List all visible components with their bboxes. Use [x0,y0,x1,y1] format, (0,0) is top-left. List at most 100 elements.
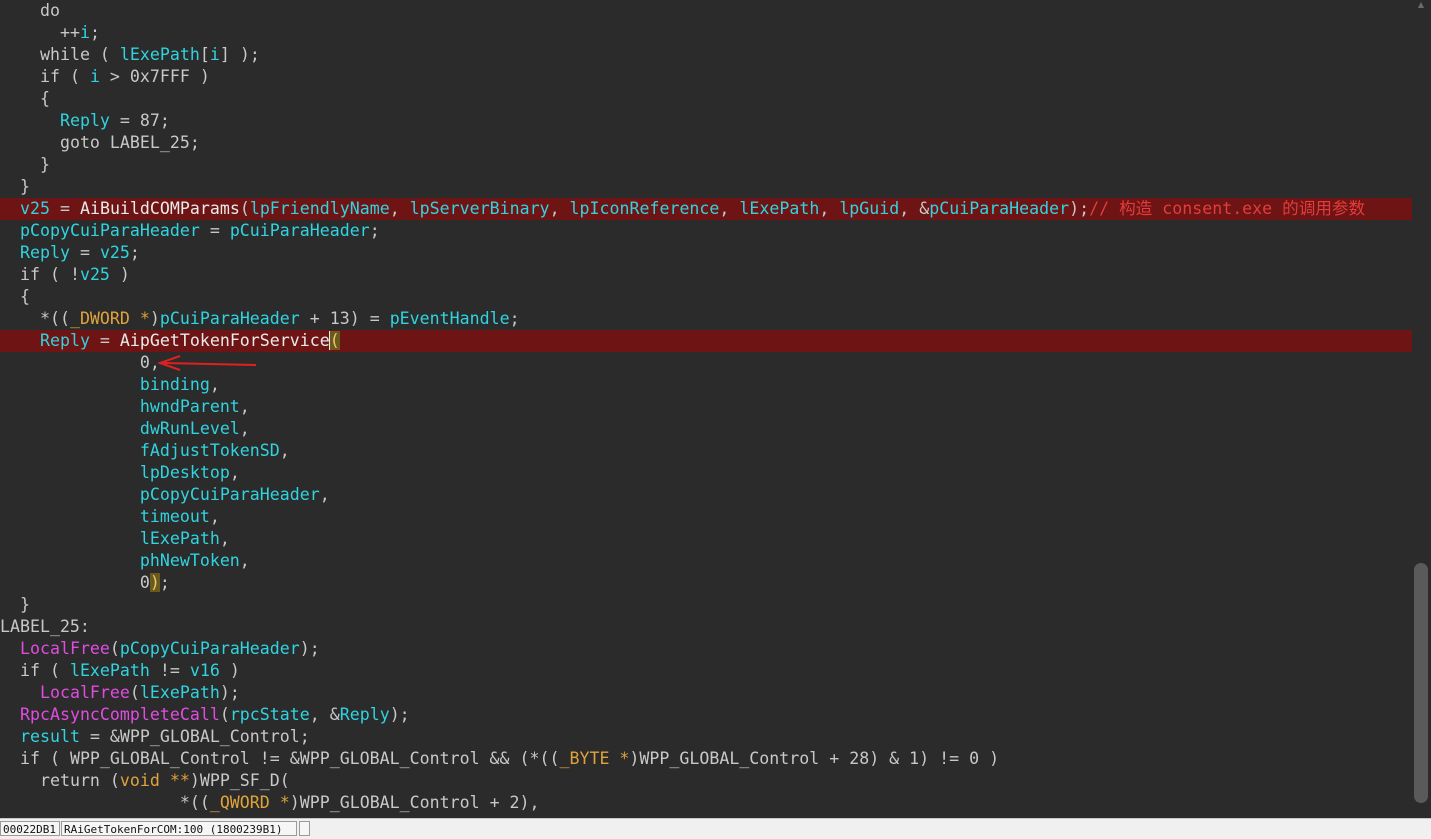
code-line[interactable]: ++i; [0,22,1412,44]
code-line[interactable]: { [0,88,1412,110]
code-text: [ [199,45,210,64]
code-text: > 0x7FFF ) [99,67,210,86]
code-text: ; [369,221,380,240]
code-line[interactable]: lpDesktop, [0,462,1412,484]
code-variable: i [79,23,90,42]
code-text: ; [509,309,520,328]
code-text: { [20,89,50,108]
code-text: *(( [20,793,210,812]
code-line[interactable]: goto LABEL_25; [0,132,1412,154]
code-line[interactable]: fAdjustTokenSD, [0,440,1412,462]
code-variable: pCopyCuiParaHeader [20,221,200,240]
code-text: { [20,287,30,306]
status-location: RAiGetTokenForCOM:100 (1800239B1) [61,821,297,836]
code-text: + 13) = [299,309,390,328]
code-line[interactable]: dwRunLevel, [0,418,1412,440]
code-variable: Reply [20,243,70,262]
code-line[interactable]: while ( lExePath[i] ); [0,44,1412,66]
code-import-function: LocalFree [20,639,110,658]
code-variable: phNewToken [139,551,240,570]
code-variable: dwRunLevel [139,419,240,438]
code-line[interactable]: if ( !v25 ) [0,264,1412,286]
code-text: ] ); [219,45,260,64]
code-line[interactable]: 0); [0,572,1412,594]
code-line[interactable]: hwndParent, [0,396,1412,418]
code-text: ) [109,265,130,284]
code-number: 0 [20,573,150,592]
code-variable: lExePath [139,529,220,548]
vertical-scrollbar[interactable]: ▲ [1412,0,1431,818]
pseudocode-editor[interactable]: do ++i; while ( lExePath[i] ); if ( i > … [0,0,1412,818]
code-text: , [819,199,840,218]
code-line[interactable]: lExePath, [0,528,1412,550]
code-text: , [279,441,290,460]
code-line[interactable]: } [0,154,1412,176]
code-variable: pCuiParaHeader [159,309,300,328]
code-text: != [149,661,190,680]
code-text: ; [159,573,170,592]
code-variable: lpServerBinary [409,199,550,218]
status-extra [299,821,310,836]
code-variable: lExePath [139,683,220,702]
code-text: , [239,419,250,438]
code-variable: hwndParent [139,397,240,416]
code-line[interactable]: timeout, [0,506,1412,528]
code-text: , [219,529,230,548]
scroll-thumb[interactable] [1414,563,1428,803]
code-text: , [239,551,250,570]
code-line[interactable]: { [0,286,1412,308]
code-view[interactable]: do ++i; while ( lExePath[i] ); if ( i > … [0,0,1412,818]
scroll-up-arrow-icon[interactable]: ▲ [1414,0,1428,10]
code-text: , & [309,705,340,724]
code-line[interactable]: } [0,594,1412,616]
code-type: void ** [119,771,190,790]
code-line[interactable]: Reply = 87; [0,110,1412,132]
code-line[interactable]: LocalFree(pCopyCuiParaHeader); [0,638,1412,660]
code-line[interactable]: if ( lExePath != v16 ) [0,660,1412,682]
code-text: ); [389,705,410,724]
code-text: , [719,199,740,218]
code-variable: v25 [99,243,130,262]
code-line[interactable]: LABEL_25: [0,616,1412,638]
code-variable: pCopyCuiParaHeader [139,485,320,504]
code-variable: v25 [20,199,50,218]
code-line-highlighted[interactable]: v25 = AiBuildCOMParams(lpFriendlyName, l… [0,198,1412,220]
code-text: = [199,221,230,240]
code-type: _QWORD * [209,793,290,812]
code-line[interactable]: RpcAsyncCompleteCall(rpcState, &Reply); [0,704,1412,726]
code-keyword: if ( ! [20,265,80,284]
code-line[interactable]: pCopyCuiParaHeader = pCuiParaHeader; [0,220,1412,242]
code-line[interactable]: return (void **)WPP_SF_D( [0,770,1412,792]
code-text: = &WPP_GLOBAL_Control; [79,727,310,746]
code-variable: rpcState [229,705,310,724]
code-variable: lpDesktop [139,463,230,482]
code-line[interactable]: pCopyCuiParaHeader, [0,484,1412,506]
code-text: } [20,177,30,196]
code-brace-match: ( [329,331,340,350]
code-line[interactable]: *((_DWORD *)pCuiParaHeader + 13) = pEven… [0,308,1412,330]
code-text: , [389,199,410,218]
status-address: 00022DB1 [0,821,60,836]
code-line-highlighted[interactable]: Reply = AipGetTokenForService( [0,330,1412,352]
code-line[interactable]: Reply = v25; [0,242,1412,264]
code-line[interactable]: if ( i > 0x7FFF ) [0,66,1412,88]
code-line[interactable]: do [0,0,1412,22]
code-line[interactable]: if ( WPP_GLOBAL_Control != &WPP_GLOBAL_C… [0,748,1412,770]
code-text: ); [219,683,240,702]
code-line[interactable]: } [0,176,1412,198]
code-line[interactable]: LocalFree(lExePath); [0,682,1412,704]
annotation-arrow [156,355,257,371]
code-text: = [49,199,80,218]
code-line[interactable]: phNewToken, [0,550,1412,572]
code-text: )WPP_SF_D( [189,771,290,790]
code-keyword: goto LABEL_25; [20,133,200,152]
code-variable: lpGuid [839,199,900,218]
code-line[interactable]: *((_QWORD *)WPP_GLOBAL_Control + 2), [0,792,1412,814]
code-line[interactable]: result = &WPP_GLOBAL_Control; [0,726,1412,748]
code-variable: lExePath [69,661,150,680]
code-keyword: if ( WPP_GLOBAL_Control != &WPP_GLOBAL_C… [20,749,560,768]
